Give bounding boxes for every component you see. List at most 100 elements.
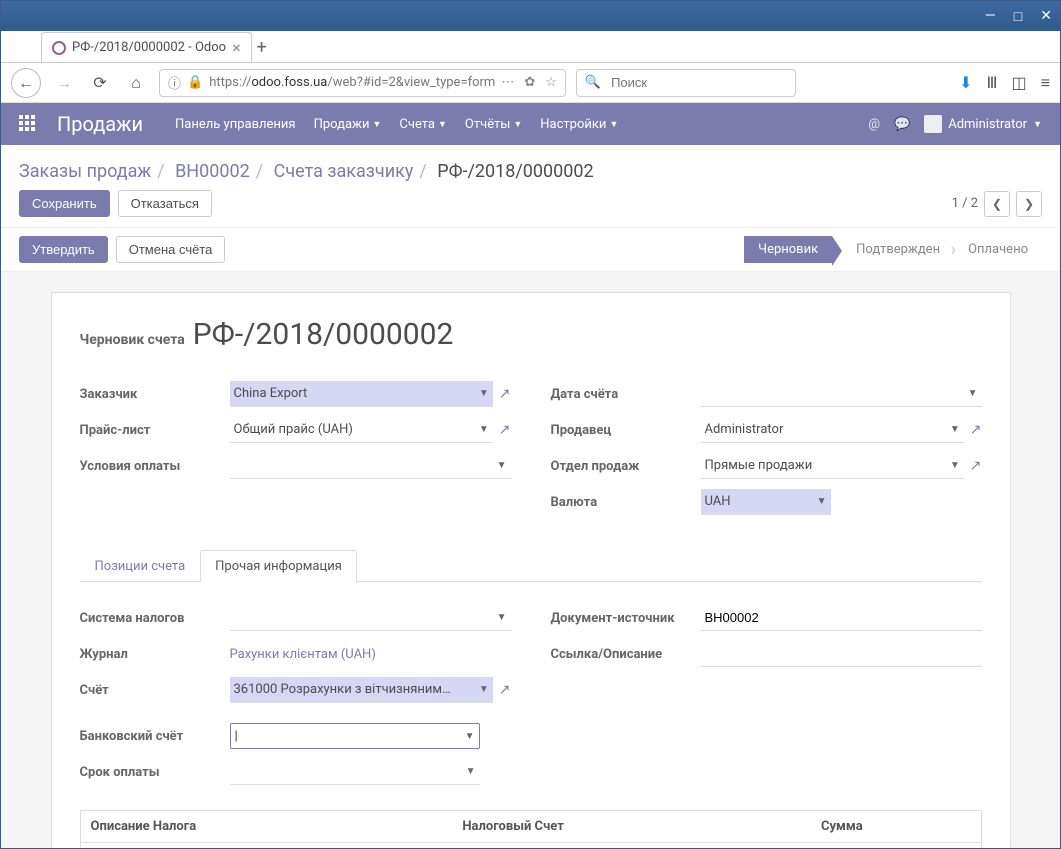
menu-settings[interactable]: Настройки▼ (540, 117, 618, 132)
due-date-input[interactable]: ▼ (230, 759, 480, 785)
fiscal-position-select[interactable]: ▼ (230, 605, 511, 631)
payment-terms-select[interactable]: ▼ (230, 453, 511, 479)
external-link-icon[interactable]: ↗ (499, 386, 511, 402)
window-maximize-icon[interactable]: □ (1014, 8, 1022, 25)
pager-text[interactable]: 1 / 2 (952, 196, 978, 211)
label-due-date: Срок оплаты (80, 765, 230, 780)
reload-button[interactable]: ⟳ (87, 70, 113, 96)
crumb-invoices[interactable]: Счета заказчику (274, 161, 414, 182)
label-salesperson: Продавец (551, 423, 701, 438)
menu-reports[interactable]: Отчёты▼ (465, 117, 522, 132)
apps-switcher-icon[interactable] (19, 115, 37, 133)
chevron-down-icon[interactable]: ▼ (479, 424, 489, 435)
tab-invoice-lines[interactable]: Позиции счета (80, 550, 201, 582)
menu-dashboard[interactable]: Панель управления (175, 117, 296, 132)
browser-tab-strip: РФ-/2018/0000002 - Odoo × + (1, 31, 1060, 63)
label-invoice-date: Дата счёта (551, 387, 701, 402)
col-tax-amount: Сумма (811, 811, 951, 843)
address-bar[interactable]: ⓘ 🔒 https://odoo.foss.ua/web?#id=2&view_… (159, 69, 566, 97)
reference-input[interactable] (701, 641, 982, 667)
site-info-icon[interactable]: ⓘ (168, 73, 181, 92)
downloads-icon[interactable]: ⬇ (959, 73, 972, 93)
label-account: Счёт (80, 683, 230, 698)
external-link-icon[interactable]: ↗ (499, 422, 511, 438)
pager-prev-button[interactable]: ❮ (984, 191, 1010, 217)
home-button[interactable]: ⌂ (123, 70, 149, 96)
tab-close-icon[interactable]: × (232, 38, 241, 57)
chevron-down-icon[interactable]: ▼ (497, 460, 507, 471)
browser-tab[interactable]: РФ-/2018/0000002 - Odoo × (41, 32, 252, 62)
reader-mode-icon[interactable]: ⋯ (501, 75, 514, 90)
status-draft[interactable]: Черновик (744, 236, 832, 263)
tab-other-info[interactable]: Прочая информация (200, 550, 357, 582)
table-row[interactable] (80, 843, 981, 849)
chevron-down-icon[interactable]: ▼ (817, 496, 827, 507)
search-box[interactable]: 🔍 (576, 69, 796, 97)
cancel-invoice-button[interactable]: Отмена счёта (116, 236, 226, 263)
sales-team-select[interactable]: Прямые продажи▼ (701, 453, 964, 479)
form-sheet: Черновик счета РФ-/2018/0000002 Заказчик… (51, 292, 1011, 848)
status-confirmed[interactable]: Подтвержден (842, 236, 954, 263)
menu-sales[interactable]: Продажи▼ (314, 117, 382, 132)
page-title: РФ-/2018/0000002 (193, 317, 454, 352)
sidebar-icon[interactable]: ◫ (1012, 73, 1027, 93)
menu-invoices[interactable]: Счета▼ (399, 117, 447, 132)
crumb-current: РФ-/2018/0000002 (437, 161, 593, 182)
chevron-down-icon[interactable]: ▼ (479, 388, 489, 399)
forward-button[interactable]: → (51, 70, 77, 96)
app-name[interactable]: Продажи (57, 112, 143, 136)
save-button[interactable]: Сохранить (19, 190, 110, 217)
library-icon[interactable]: Ⅲ (987, 73, 998, 93)
label-bank-account: Банковский счёт (80, 729, 230, 744)
customer-select[interactable]: China Export▼ (230, 381, 493, 407)
external-link-icon[interactable]: ↗ (499, 682, 511, 698)
label-reference: Ссылка/Описание (551, 647, 701, 662)
crumb-orders[interactable]: Заказы продаж (19, 161, 151, 182)
tracking-icon[interactable]: ✿ (524, 75, 535, 90)
status-bar: Черновик Подтвержден Оплачено (744, 236, 1042, 263)
currency-select[interactable]: UAH▼ (701, 489, 831, 515)
confirm-button[interactable]: Утвердить (19, 236, 108, 263)
bookmark-icon[interactable]: ☆ (545, 75, 557, 90)
status-paid[interactable]: Оплачено (954, 236, 1042, 263)
label-source-doc: Документ-источник (551, 611, 701, 626)
col-tax-account: Налоговый Счет (452, 811, 811, 843)
label-sales-team: Отдел продаж (551, 459, 701, 474)
avatar-icon (924, 115, 942, 133)
chevron-down-icon[interactable]: ▼ (968, 388, 978, 399)
breadcrumb: Заказы продаж/ ВН00002/ Счета заказчику/… (19, 161, 594, 182)
window-close-icon[interactable]: ✕ (1040, 8, 1052, 25)
col-tax-desc: Описание Налога (80, 811, 452, 843)
notebook-tabs: Позиции счета Прочая информация (80, 550, 982, 582)
invoice-date-input[interactable]: ▼ (701, 381, 982, 407)
chat-icon[interactable]: 💬 (894, 117, 910, 132)
label-pricelist: Прайс-лист (80, 423, 230, 438)
back-button[interactable]: ← (11, 68, 41, 98)
chevron-down-icon[interactable]: ▼ (497, 612, 507, 623)
external-link-icon[interactable]: ↗ (970, 422, 982, 438)
pager-next-button[interactable]: ❯ (1016, 191, 1042, 217)
chevron-down-icon[interactable]: ▼ (466, 766, 476, 777)
label-journal: Журнал (80, 647, 230, 662)
chevron-down-icon[interactable]: ▼ (465, 731, 475, 742)
chevron-down-icon[interactable]: ▼ (950, 424, 960, 435)
browser-tab-title: РФ-/2018/0000002 - Odoo (72, 40, 226, 55)
browser-toolbar: ← → ⟳ ⌂ ⓘ 🔒 https://odoo.foss.ua/web?#id… (1, 63, 1060, 103)
user-menu[interactable]: Administrator ▼ (924, 115, 1042, 133)
source-doc-input[interactable] (701, 605, 982, 631)
window-minimize-icon[interactable]: — (985, 8, 996, 25)
chevron-down-icon[interactable]: ▼ (950, 460, 960, 471)
crumb-order[interactable]: ВН00002 (175, 161, 250, 182)
search-input[interactable] (607, 70, 791, 96)
new-tab-button[interactable]: + (252, 37, 272, 62)
pricelist-select[interactable]: Общий прайс (UAH)▼ (230, 417, 493, 443)
at-icon[interactable]: @ (868, 117, 880, 132)
account-select[interactable]: 361000 Розрахунки з вітчизняними пок▼ (230, 677, 493, 703)
salesperson-select[interactable]: Administrator▼ (701, 417, 964, 443)
bank-account-select[interactable]: |▼ (230, 723, 480, 749)
title-label: Черновик счета (80, 332, 185, 348)
menu-icon[interactable]: ≡ (1041, 73, 1050, 93)
external-link-icon[interactable]: ↗ (970, 458, 982, 474)
chevron-down-icon[interactable]: ▼ (479, 684, 489, 695)
discard-button[interactable]: Отказаться (118, 190, 212, 217)
